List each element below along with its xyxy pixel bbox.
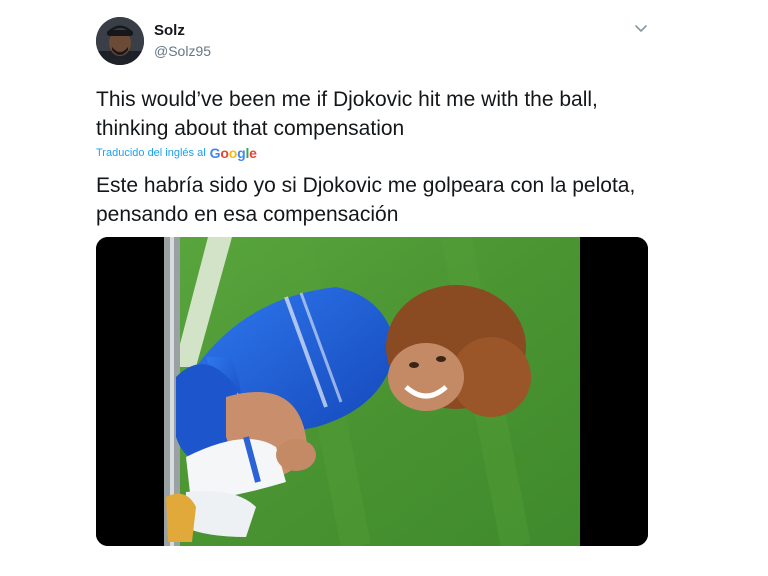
media-image <box>96 237 648 546</box>
translation-label: Traducido del inglés al <box>96 147 206 159</box>
tweet-card: Solz @Solz95 This would’ve been me if Dj… <box>0 0 768 576</box>
google-letter: o <box>228 145 238 161</box>
chevron-down-icon[interactable] <box>632 22 650 36</box>
google-letter: G <box>209 145 221 161</box>
user-handle[interactable]: @Solz95 <box>154 43 211 59</box>
translated-text: Este habría sido yo si Djokovic me golpe… <box>96 174 636 226</box>
google-letter: e <box>249 145 257 161</box>
translation-attribution[interactable]: Traducido del inglés al Google <box>96 145 257 161</box>
avatar[interactable] <box>96 17 144 65</box>
avatar-image <box>96 17 144 65</box>
tweet-text: This would’ve been me if Djokovic hit me… <box>96 88 598 140</box>
tweet-media[interactable] <box>96 237 648 546</box>
google-logo: Google <box>210 145 257 161</box>
display-name[interactable]: Solz <box>154 22 185 39</box>
google-letter: o <box>220 145 229 161</box>
